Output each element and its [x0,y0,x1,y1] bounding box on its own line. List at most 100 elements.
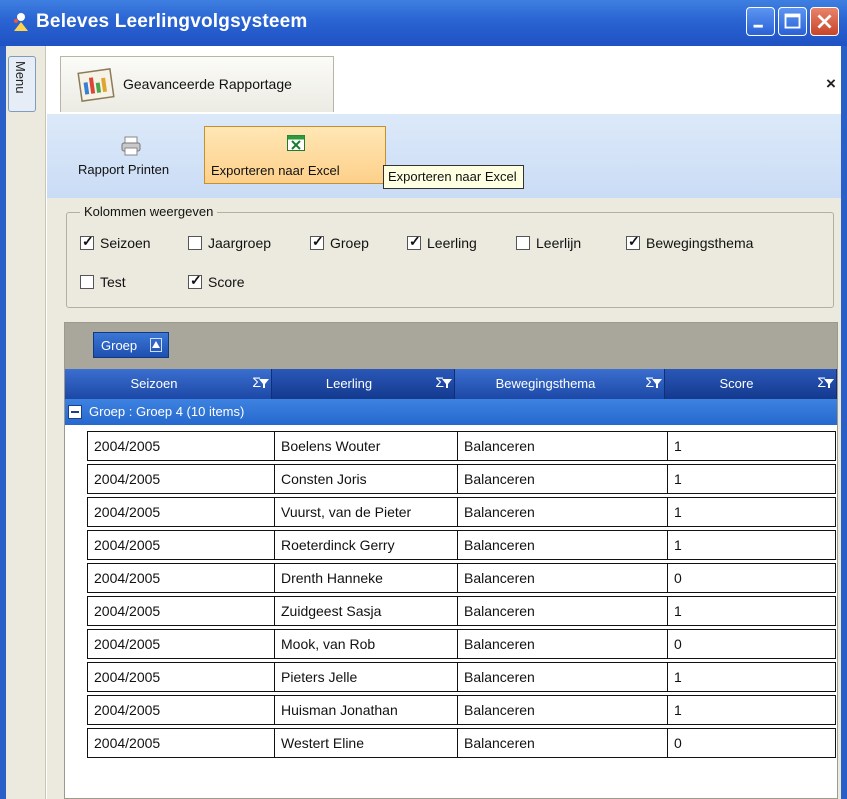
close-tab-button[interactable]: × [826,74,836,94]
check-mark-icon: ✓ [82,233,94,249]
checkbox-label: Bewegingsthema [646,235,754,251]
checkbox-box[interactable] [80,275,94,289]
report-chart-icon [77,68,115,102]
cell-seizoen[interactable]: 2004/2005 [87,629,274,659]
cell-bewegingsthema[interactable]: Balanceren [457,695,667,725]
cell-seizoen[interactable]: 2004/2005 [87,530,274,560]
cell-score[interactable]: 1 [667,662,836,692]
minimize-icon [753,24,763,28]
cell-score[interactable]: 1 [667,695,836,725]
checkbox-box[interactable] [188,236,202,250]
checkbox-box[interactable] [516,236,530,250]
cell-leerling[interactable]: Roeterdinck Gerry [274,530,457,560]
cell-leerling[interactable]: Consten Joris [274,464,457,494]
columns-groupbox [66,212,834,308]
filter-icon[interactable] [824,378,834,388]
group-by-chip-label: Groep [101,338,138,353]
table-row[interactable]: 2004/2005 Drenth Hanneke Balanceren 0 [87,563,836,593]
table-row[interactable]: 2004/2005 Boelens Wouter Balanceren 1 [87,431,836,461]
cell-bewegingsthema[interactable]: Balanceren [457,662,667,692]
cell-score[interactable]: 1 [667,431,836,461]
table-row[interactable]: 2004/2005 Roeterdinck Gerry Balanceren 1 [87,530,836,560]
checkbox-label: Leerling [427,235,477,251]
cell-bewegingsthema[interactable]: Balanceren [457,464,667,494]
minimize-button[interactable] [746,7,775,36]
checkbox-box[interactable]: ✓ [626,233,640,250]
group-row-groep-4[interactable]: Groep : Groep 4 (10 items) [65,399,837,425]
column-header-score[interactable]: Score Σ [665,369,837,399]
cell-leerling[interactable]: Drenth Hanneke [274,563,457,593]
filter-icon[interactable] [442,378,452,388]
cell-seizoen[interactable]: 2004/2005 [87,563,274,593]
excel-icon [287,135,305,151]
cell-leerling[interactable]: Huisman Jonathan [274,695,457,725]
cell-score[interactable]: 0 [667,728,836,758]
window-title: Beleves Leerlingvolgsysteem [36,11,308,32]
filter-icon[interactable] [259,378,269,388]
cell-seizoen[interactable]: 2004/2005 [87,596,274,626]
check-mark-icon: ✓ [312,233,324,249]
maximize-button[interactable] [778,7,807,36]
column-header-bewegingsthema[interactable]: Bewegingsthema Σ [455,369,665,399]
cell-bewegingsthema[interactable]: Balanceren [457,596,667,626]
checkbox-label: Jaargroep [208,235,272,251]
cell-bewegingsthema[interactable]: Balanceren [457,530,667,560]
cell-score[interactable]: 0 [667,629,836,659]
table-row[interactable]: 2004/2005 Huisman Jonathan Balanceren 1 [87,695,836,725]
table-row[interactable]: 2004/2005 Zuidgeest Sasja Balanceren 1 [87,596,836,626]
cell-leerling[interactable]: Vuurst, van de Pieter [274,497,457,527]
tab-geavanceerde-rapportage[interactable]: Geavanceerde Rapportage [60,56,334,112]
cell-leerling[interactable]: Zuidgeest Sasja [274,596,457,626]
table-row[interactable]: 2004/2005 Westert Eline Balanceren 0 [87,728,836,758]
checkbox-box[interactable]: ✓ [310,233,324,250]
checkbox-box[interactable]: ✓ [188,272,202,289]
cell-bewegingsthema[interactable]: Balanceren [457,563,667,593]
check-mark-icon: ✓ [409,233,421,249]
print-report-button[interactable]: Rapport Printen [76,132,188,184]
menu-tab[interactable]: Menu [8,56,36,112]
checkbox-box[interactable]: ✓ [407,233,421,250]
group-by-area [65,323,837,369]
cell-seizoen[interactable]: 2004/2005 [87,662,274,692]
cell-seizoen[interactable]: 2004/2005 [87,464,274,494]
table-row[interactable]: 2004/2005 Vuurst, van de Pieter Balancer… [87,497,836,527]
cell-seizoen[interactable]: 2004/2005 [87,497,274,527]
app-icon [14,13,28,31]
export-excel-label: Exporteren naar Excel [211,163,340,178]
cell-score[interactable]: 0 [667,563,836,593]
table-row[interactable]: 2004/2005 Consten Joris Balanceren 1 [87,464,836,494]
check-mark-icon: ✓ [190,272,202,288]
menu-tab-label: Menu [13,61,28,94]
cell-score[interactable]: 1 [667,497,836,527]
cell-seizoen[interactable]: 2004/2005 [87,728,274,758]
cell-score[interactable]: 1 [667,530,836,560]
collapse-icon[interactable] [68,405,82,419]
column-header-leerling[interactable]: Leerling Σ [272,369,455,399]
cell-score[interactable]: 1 [667,464,836,494]
column-header-label: Bewegingsthema [495,376,596,391]
group-by-chip-groep[interactable]: Groep [93,332,169,358]
table-row[interactable]: 2004/2005 Mook, van Rob Balanceren 0 [87,629,836,659]
cell-bewegingsthema[interactable]: Balanceren [457,431,667,461]
cell-leerling[interactable]: Pieters Jelle [274,662,457,692]
cell-seizoen[interactable]: 2004/2005 [87,695,274,725]
cell-score[interactable]: 1 [667,596,836,626]
checkbox-box[interactable]: ✓ [80,233,94,250]
column-header-seizoen[interactable]: Seizoen Σ [65,369,272,399]
cell-bewegingsthema[interactable]: Balanceren [457,728,667,758]
export-excel-tooltip: Exporteren naar Excel [383,165,524,189]
cell-leerling[interactable]: Mook, van Rob [274,629,457,659]
close-button[interactable] [810,7,839,36]
cell-leerling[interactable]: Westert Eline [274,728,457,758]
maximize-icon [784,13,801,29]
cell-seizoen[interactable]: 2004/2005 [87,431,274,461]
cell-bewegingsthema[interactable]: Balanceren [457,629,667,659]
checkbox-label: Score [208,274,245,290]
columns-groupbox-title: Kolommen weergeven [80,204,218,219]
export-excel-button[interactable]: Exporteren naar Excel [204,126,386,184]
sort-ascending-icon[interactable] [150,338,162,352]
cell-leerling[interactable]: Boelens Wouter [274,431,457,461]
cell-bewegingsthema[interactable]: Balanceren [457,497,667,527]
filter-icon[interactable] [652,378,662,388]
table-row[interactable]: 2004/2005 Pieters Jelle Balanceren 1 [87,662,836,692]
